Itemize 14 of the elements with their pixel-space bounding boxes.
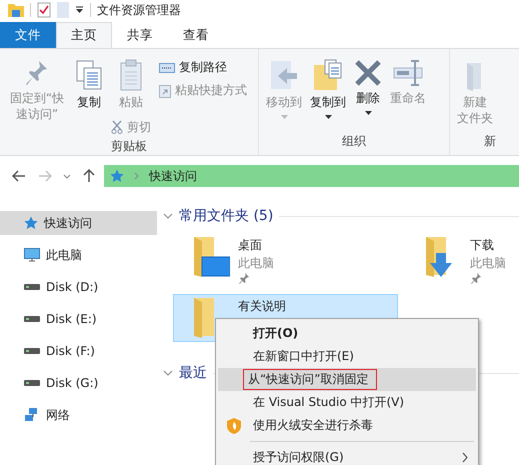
group-label: 新 bbox=[483, 133, 497, 150]
section-title: 最近 bbox=[179, 364, 207, 382]
folder-location: 此电脑 bbox=[470, 255, 506, 272]
window-title: 文件资源管理器 bbox=[97, 2, 181, 18]
folder-name: 桌面 bbox=[238, 237, 263, 254]
group-label: 剪贴板 bbox=[110, 138, 148, 155]
address-text: 快速访问 bbox=[149, 168, 197, 184]
button-label-line: 文件夹 bbox=[457, 110, 493, 126]
folder-name: 下载 bbox=[470, 237, 495, 254]
button-label-line: 新建 bbox=[463, 95, 487, 111]
section-title: 常用文件夹 (5) bbox=[179, 207, 274, 225]
folder-location: 此电脑 bbox=[238, 255, 274, 272]
group-label: 组织 bbox=[341, 133, 367, 150]
folder-name: 有关说明 bbox=[238, 298, 286, 315]
